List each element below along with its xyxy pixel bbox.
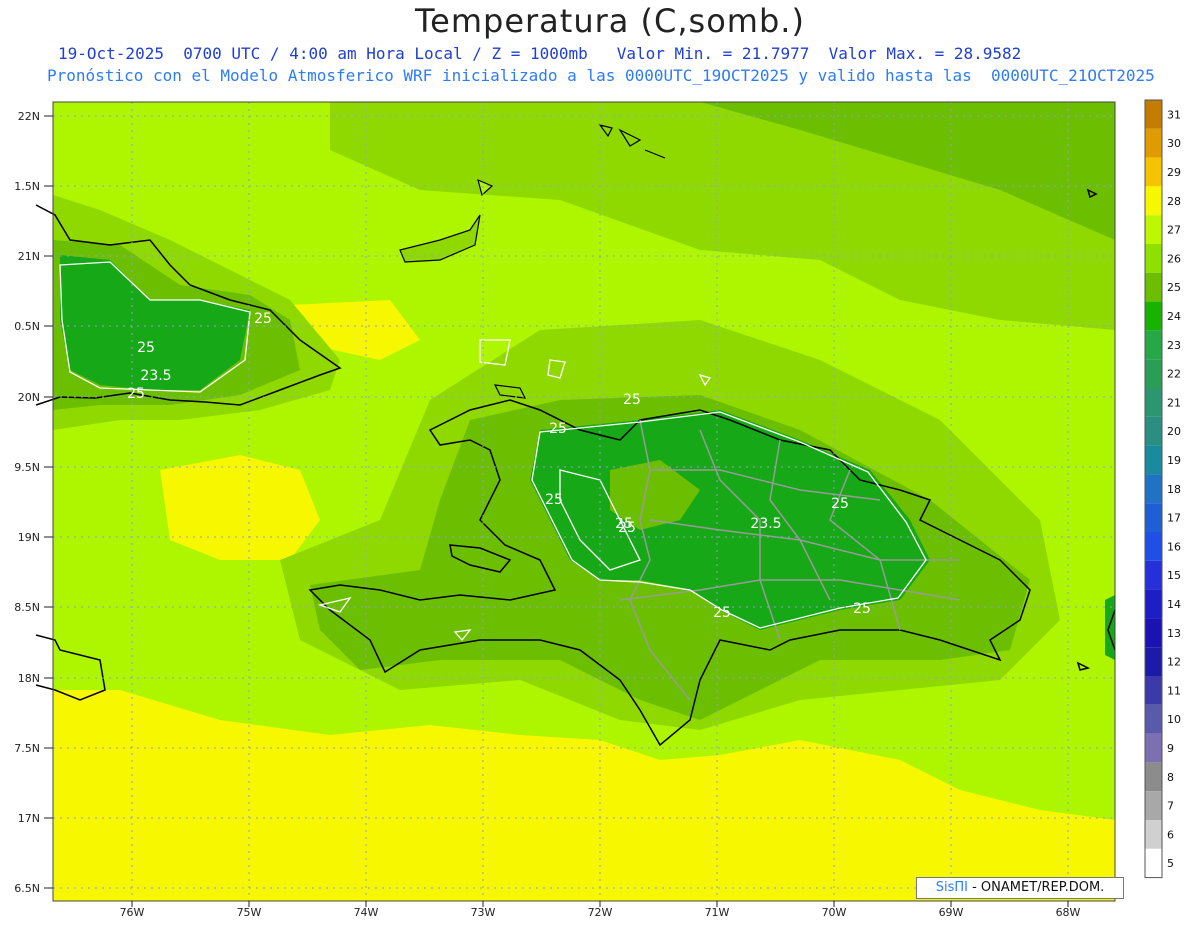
colorbar-label: 8 [1167, 771, 1174, 784]
lon-label: 71W [705, 906, 730, 919]
colorbar-label: 6 [1167, 828, 1174, 841]
colorbar-swatch [1145, 330, 1162, 360]
latitude-labels: 22N 1.5N 21N 0.5N 20N 9.5N 19N 8.5N 18N 7.5N 17N 6.… [14, 110, 53, 895]
colorbar-swatch [1145, 733, 1162, 763]
colorbar-swatch [1145, 532, 1162, 561]
colorbar-label: 15 [1167, 569, 1181, 582]
colorbar-label: 19 [1167, 454, 1181, 467]
colorbar-swatch [1145, 445, 1162, 475]
colorbar-swatch [1145, 388, 1162, 417]
colorbar-swatch [1145, 416, 1162, 446]
colorbar-swatch [1145, 272, 1162, 302]
colorbar-swatch [1145, 244, 1162, 273]
lat-label: 20N [18, 391, 40, 404]
colorbar-label: 20 [1167, 425, 1181, 438]
lat-label: 8.5N [14, 601, 40, 614]
colorbar-swatch [1145, 503, 1162, 532]
colorbar-label: 9 [1167, 742, 1174, 755]
colorbar-swatch [1145, 848, 1162, 878]
colorbar-swatch [1145, 791, 1162, 820]
colorbar-swatch [1145, 301, 1162, 331]
colorbar-label: 11 [1167, 684, 1181, 697]
colorbar-label: 25 [1167, 281, 1181, 294]
lon-label: 74W [354, 906, 379, 919]
colorbar-swatch [1145, 215, 1162, 244]
lat-label: 0.5N [14, 320, 40, 333]
colorbar-swatch [1145, 560, 1162, 590]
colorbar-label: 28 [1167, 195, 1181, 208]
colorbar-label: 12 [1167, 656, 1181, 669]
contour-label: 25 [137, 340, 155, 356]
lat-label: 1.5N [14, 180, 40, 193]
colorbar-label: 30 [1167, 137, 1181, 150]
colorbar-label: 24 [1167, 310, 1181, 323]
colorbar-label: 21 [1167, 396, 1181, 409]
credit-org: - ONAMET/REP.DOM. [967, 880, 1105, 895]
temperature-map: 22N 1.5N 21N 0.5N 20N 9.5N 19N 8.5N 18N 7.5N 17N 6.… [14, 99, 1181, 919]
colorbar-label: 5 [1167, 857, 1174, 870]
contour-label: 25 [549, 421, 567, 437]
lon-label: 76W [120, 906, 145, 919]
colorbar-swatch [1145, 704, 1162, 734]
contour-label: 25 [545, 492, 563, 508]
colorbar-label: 7 [1167, 800, 1174, 813]
lat-label: 17N [18, 812, 40, 825]
colorbar-swatch [1145, 618, 1162, 648]
lon-label: 75W [237, 906, 262, 919]
colorbar-swatch [1145, 359, 1162, 388]
colorbar-swatch [1145, 820, 1162, 849]
lat-label: 19N [18, 531, 40, 544]
lat-label: 6.5N [14, 882, 40, 895]
lon-label: 72W [588, 906, 613, 919]
colorbar-swatch [1145, 157, 1162, 187]
colorbar-label: 29 [1167, 166, 1181, 179]
colorbar-legend: 31 30 29 28 27 26 25 24 23 22 21 20 19 18 17 16 15 14 13 12… [1144, 99, 1181, 879]
colorbar-swatch [1145, 589, 1162, 619]
colorbar-swatch [1145, 186, 1162, 216]
colorbar-label: 26 [1167, 252, 1181, 265]
colorbar-swatch [1145, 100, 1162, 129]
lat-label: 22N [18, 110, 40, 123]
colorbar-label: 14 [1167, 598, 1181, 611]
longitude-labels: 76W 75W 74W 73W 72W 71W 70W 69W 68W [120, 901, 1081, 919]
contour-label: 25 [831, 496, 849, 512]
colorbar-swatch [1145, 474, 1162, 504]
lat-label: 7.5N [14, 742, 40, 755]
colorbar-label: 23 [1167, 339, 1181, 352]
credit-brand: SisПI [935, 880, 968, 895]
colorbar-label: 16 [1167, 540, 1181, 553]
contour-label: 25 [853, 601, 871, 617]
colorbar-label: 17 [1167, 512, 1181, 525]
contour-label: 25 [713, 605, 731, 621]
colorbar-label: 22 [1167, 368, 1181, 381]
contour-label: 23.5 [750, 516, 781, 532]
lat-label: 9.5N [14, 461, 40, 474]
lat-label: 21N [18, 250, 40, 263]
contour-label: 25 [127, 386, 145, 402]
lon-label: 68W [1056, 906, 1081, 919]
map-field [53, 102, 1115, 901]
contour-label: 23.5 [140, 368, 171, 384]
contour-label: 25 [623, 392, 641, 408]
contour-label: 25 [615, 516, 633, 532]
colorbar-swatch [1145, 676, 1162, 705]
colorbar-label: 18 [1167, 483, 1181, 496]
lon-label: 73W [471, 906, 496, 919]
colorbar-label: 27 [1167, 224, 1181, 237]
colorbar-swatch [1145, 647, 1162, 676]
colorbar-label: 31 [1167, 108, 1181, 121]
colorbar-swatch [1145, 762, 1162, 792]
lon-label: 69W [939, 906, 964, 919]
lat-label: 18N [18, 672, 40, 685]
colorbar-label: 10 [1167, 713, 1181, 726]
credit-box: SisПI - ONAMET/REP.DOM. [916, 877, 1124, 899]
lon-label: 70W [822, 906, 847, 919]
contour-label: 25 [254, 311, 272, 327]
colorbar-swatch [1145, 128, 1162, 158]
colorbar-label: 13 [1167, 627, 1181, 640]
